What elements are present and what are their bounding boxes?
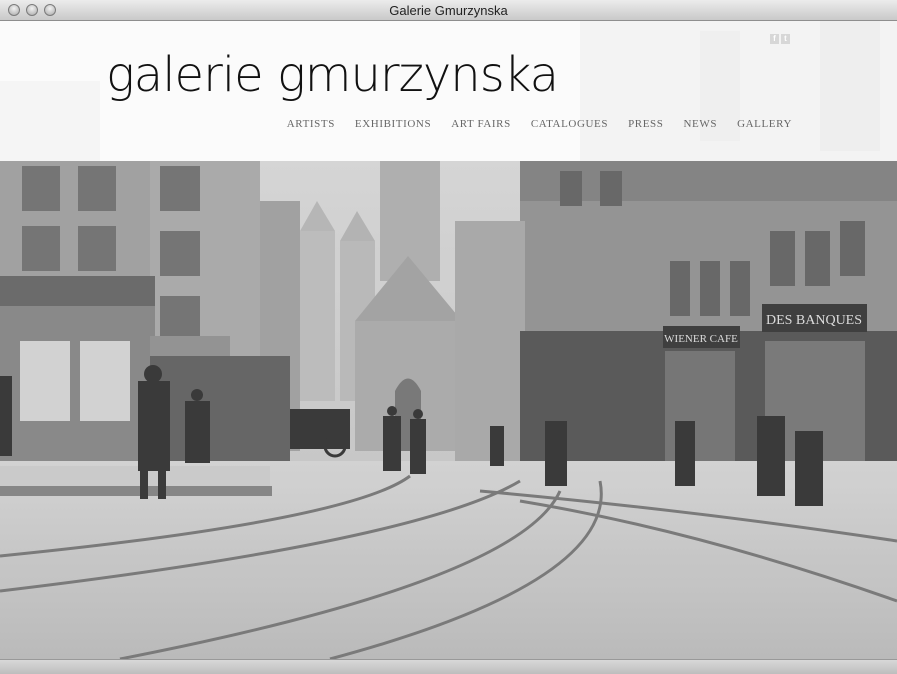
hero-photo: DES BANQUES WIENER CAFE [0,161,897,659]
main-nav: ARTISTS EXHIBITIONS ART FAIRS CATALOGUES… [287,118,792,130]
nav-artists[interactable]: ARTISTS [287,118,335,130]
site-header: galerie gmurzynska f t ARTISTS EXHIBITIO… [0,21,897,161]
nav-art-fairs[interactable]: ART FAIRS [451,118,511,130]
site-logo[interactable]: galerie gmurzynska [106,51,559,99]
window-bottom-bar [0,659,897,674]
facebook-icon[interactable]: f [770,34,779,44]
title-bar: Galerie Gmurzynska [0,0,897,21]
nav-press[interactable]: PRESS [628,118,663,130]
nav-exhibitions[interactable]: EXHIBITIONS [355,118,431,130]
browser-window: Galerie Gmurzynska galerie gmurzynska f … [0,0,897,674]
nav-catalogues[interactable]: CATALOGUES [531,118,608,130]
twitter-icon[interactable]: t [781,34,790,44]
social-links: f t [770,34,790,44]
window-title: Galerie Gmurzynska [389,3,508,18]
nav-news[interactable]: NEWS [684,118,718,130]
nav-gallery[interactable]: GALLERY [737,118,792,130]
